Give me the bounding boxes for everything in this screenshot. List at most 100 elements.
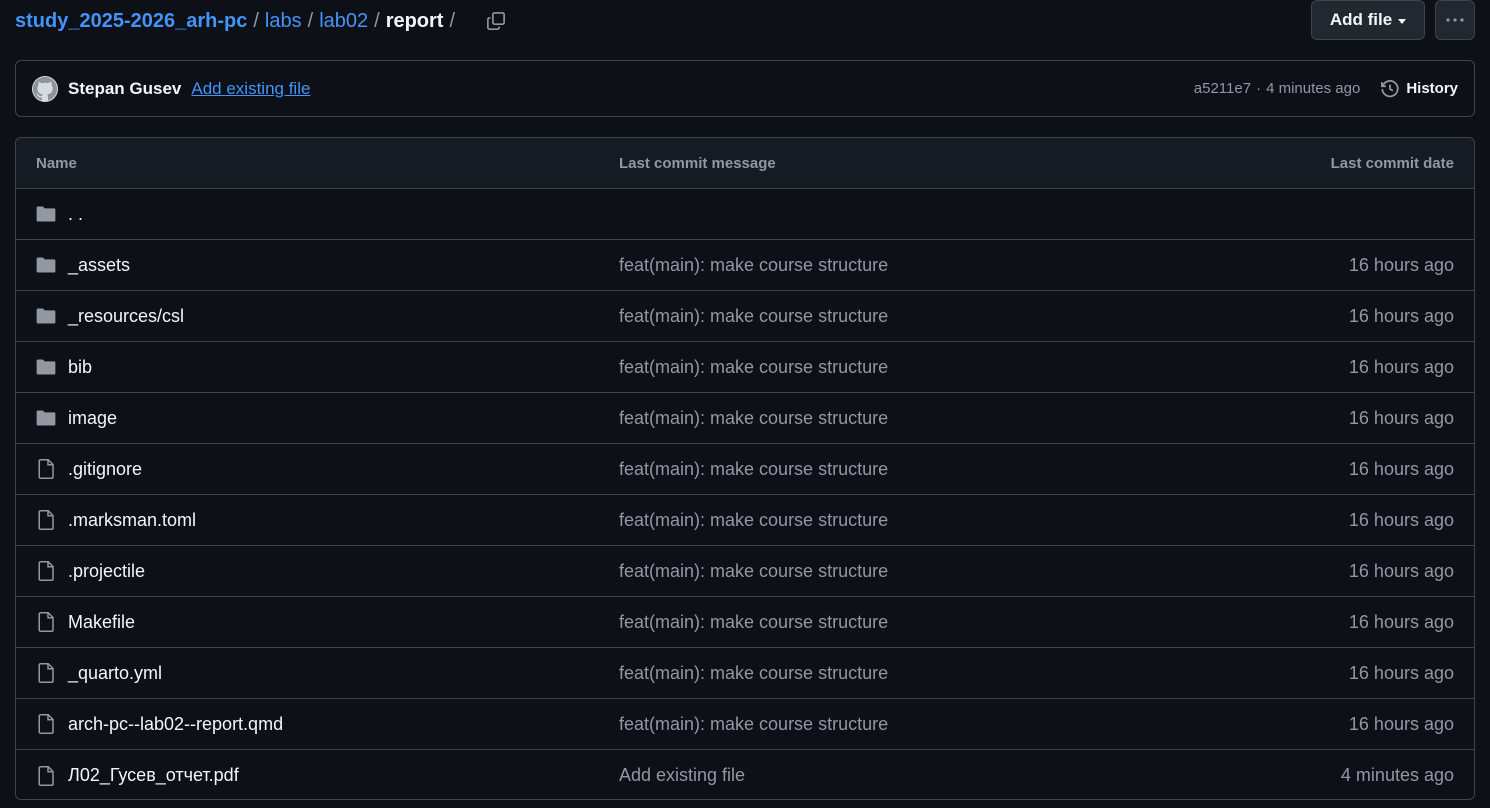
file-name-link[interactable]: Л02_Гусев_отчет.pdf: [68, 765, 239, 786]
file-name-link[interactable]: .gitignore: [68, 459, 142, 480]
chevron-down-icon: [1398, 19, 1407, 24]
commit-message-link[interactable]: feat(main): make course structure: [619, 255, 888, 276]
name-cell: .marksman.toml: [36, 510, 196, 531]
name-cell: .gitignore: [36, 459, 142, 480]
table-row[interactable]: .gitignore feat(main): make course struct…: [16, 444, 1474, 495]
commit-date: 16 hours ago: [1348, 458, 1454, 479]
commit-date: 16 hours ago: [1348, 305, 1454, 326]
commit-date: 16 hours ago: [1348, 407, 1454, 428]
commit-date: 16 hours ago: [1348, 509, 1454, 530]
table-row[interactable]: _assets feat(main): make course structure…: [16, 240, 1474, 291]
commit-date: 16 hours ago: [1348, 611, 1454, 632]
meta-separator: ·: [1256, 80, 1262, 97]
table-header: Name Last commit message Last commit dat…: [16, 138, 1474, 189]
header-message: Last commit message: [619, 154, 776, 172]
commit-message-link[interactable]: feat(main): make course structure: [619, 561, 888, 582]
commit-message-link[interactable]: feat(main): make course structure: [619, 459, 888, 480]
file-icon: [36, 765, 56, 786]
table-row[interactable]: Л02_Гусев_отчет.pdf Add existing file 4 mi…: [16, 750, 1474, 799]
more-options-button[interactable]: [1435, 0, 1475, 40]
commit-time: 4 minutes ago: [1266, 80, 1361, 97]
table-row[interactable]: Makefile feat(main): make course structur…: [16, 597, 1474, 648]
commit-date: 4 minutes ago: [1340, 765, 1454, 785]
commit-message-link[interactable]: Add existing file: [191, 79, 310, 99]
breadcrumb-lab02-link[interactable]: lab02: [319, 10, 368, 33]
name-cell: image: [36, 408, 117, 429]
parent-directory-row[interactable]: . .: [16, 189, 1474, 240]
parent-directory-link[interactable]: . .: [68, 204, 83, 225]
table-row[interactable]: bib feat(main): make course structure 16 h…: [16, 342, 1474, 393]
name-cell: Makefile: [36, 612, 135, 633]
kebab-horizontal-icon: [1446, 18, 1464, 22]
commit-date: 16 hours ago: [1348, 713, 1454, 734]
repo-browser-page: study_2025-2026_arh-pc / labs / lab02 / …: [0, 0, 1490, 808]
file-name-link[interactable]: .projectile: [68, 561, 145, 582]
breadcrumb-current: report: [385, 9, 444, 32]
breadcrumb-separator: /: [374, 9, 380, 32]
breadcrumb-separator: /: [307, 9, 314, 32]
file-name-link[interactable]: _assets: [68, 255, 130, 276]
commit-date: 16 hours ago: [1348, 254, 1454, 275]
commit-meta: a5211e7 · 4 minutes ago History: [1194, 79, 1458, 99]
file-name-link[interactable]: Makefile: [68, 612, 135, 633]
copy-icon: [487, 12, 505, 30]
file-icon: [36, 561, 56, 581]
folder-icon: [36, 357, 56, 377]
copy-path-button[interactable]: [483, 8, 509, 34]
add-file-label: Add file: [1329, 10, 1393, 29]
table-row[interactable]: _resources/csl feat(main): make course st…: [16, 291, 1474, 342]
history-label: History: [1406, 80, 1458, 97]
breadcrumb: study_2025-2026_arh-pc / labs / lab02 / …: [15, 0, 461, 42]
folder-icon: [36, 408, 56, 428]
file-icon: [36, 459, 56, 479]
file-name-link[interactable]: bib: [68, 357, 92, 378]
commit-message-link[interactable]: feat(main): make course structure: [619, 306, 888, 327]
file-name-link[interactable]: image: [68, 408, 117, 429]
name-cell: bib: [36, 357, 92, 378]
add-file-button[interactable]: Add file: [1311, 0, 1425, 40]
commit-message-link[interactable]: feat(main): make course structure: [619, 714, 888, 735]
table-row[interactable]: .projectile feat(main): make course struc…: [16, 546, 1474, 597]
commit-message-link[interactable]: feat(main): make course structure: [619, 510, 888, 531]
file-table: Name Last commit message Last commit dat…: [15, 137, 1475, 800]
commit-message-link[interactable]: Add existing file: [619, 765, 745, 786]
folder-icon: [36, 204, 56, 224]
name-cell: Л02_Гусев_отчет.pdf: [36, 765, 239, 786]
name-cell: arch-pc--lab02--report.qmd: [36, 714, 283, 735]
name-cell: .projectile: [36, 561, 145, 582]
breadcrumb-repo-link[interactable]: study_2025-2026_arh-pc: [15, 10, 247, 33]
avatar[interactable]: [32, 75, 58, 102]
table-row[interactable]: arch-pc--lab02--report.qmd feat(main): ma…: [16, 699, 1474, 750]
commit-message-link[interactable]: feat(main): make course structure: [619, 357, 888, 378]
commit-sha[interactable]: a5211e7: [1194, 80, 1251, 97]
commit-message-link[interactable]: feat(main): make course structure: [619, 663, 888, 684]
file-rows: _assets feat(main): make course structure…: [16, 240, 1474, 799]
history-icon: [1381, 79, 1399, 97]
top-actions: Add file: [1311, 0, 1475, 40]
breadcrumb-separator: /: [253, 9, 259, 32]
name-cell: _resources/csl: [36, 306, 184, 327]
table-row[interactable]: image feat(main): make course structure 16…: [16, 393, 1474, 444]
commit-date: 16 hours ago: [1348, 356, 1454, 377]
file-icon: [36, 510, 56, 530]
commit-author[interactable]: Stepan Gusev: [68, 79, 181, 99]
commit-message-link[interactable]: feat(main): make course structure: [619, 408, 888, 429]
name-cell: _assets: [36, 255, 130, 276]
file-name-link[interactable]: arch-pc--lab02--report.qmd: [68, 714, 283, 735]
table-row[interactable]: _quarto.yml feat(main): make course struc…: [16, 648, 1474, 699]
history-button[interactable]: History: [1380, 79, 1458, 99]
file-name-link[interactable]: .marksman.toml: [68, 510, 196, 531]
file-icon: [36, 714, 56, 734]
folder-icon: [36, 255, 56, 275]
latest-commit-bar: Stepan Gusev Add existing file a5211e7 ·…: [15, 60, 1475, 117]
file-name-link[interactable]: _quarto.yml: [68, 663, 162, 684]
breadcrumb-labs-link[interactable]: labs: [265, 10, 302, 33]
commit-message-link[interactable]: feat(main): make course structure: [619, 612, 888, 633]
github-mark-icon: [33, 76, 57, 100]
header-date: Last commit date: [1330, 154, 1454, 172]
header-name: Name: [36, 154, 77, 172]
file-name-link[interactable]: _resources/csl: [68, 306, 184, 327]
file-icon: [36, 663, 56, 683]
commit-date: 16 hours ago: [1348, 560, 1454, 581]
table-row[interactable]: .marksman.toml feat(main): make course st…: [16, 495, 1474, 546]
